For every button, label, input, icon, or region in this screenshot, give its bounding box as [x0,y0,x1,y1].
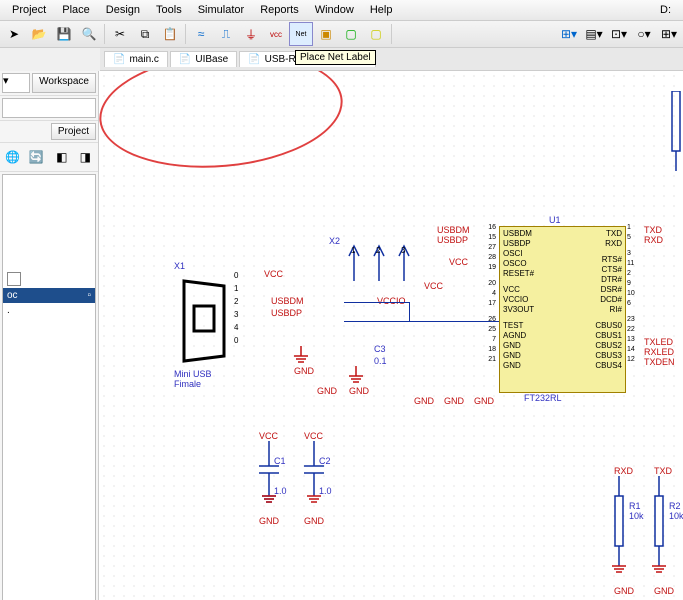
tool-arrow-icon[interactable]: ➤ [2,22,26,46]
ref-x2: X2 [329,236,340,246]
val-r2: 10k [669,511,683,521]
tool-bus-icon[interactable]: ⎍ [214,22,238,46]
toolbar: ➤ 📂 💾 🔍 ✂ ⧉ 📋 ≈ ⎍ ⏚ vcc Net ▣ ▢ ▢ ⊞▾ ▤▾ … [0,21,683,48]
cap-symbol [299,441,329,516]
val-r1: 10k [629,511,644,521]
tool-save-icon[interactable]: 💾 [52,22,76,46]
tool-misc2-icon[interactable]: ○▾ [632,22,656,46]
schematic-canvas[interactable]: X1 Mini USB Fimale 0 1 2 3 4 0 VCC USBDM… [99,71,683,600]
tool-sheet-icon[interactable]: ▢ [339,22,363,46]
gnd-x1: GND [294,366,314,376]
gnd-c2: GND [304,516,324,526]
title-path: D: [652,2,679,18]
project-button[interactable]: Project [51,123,96,140]
sch-file-icon: 📄 [179,54,191,65]
file-icon: ▫ [87,290,91,301]
panel-refresh-icon[interactable]: 🔄 [26,145,48,169]
gnd-symbol-icon [346,366,366,386]
net-vcc: VCC [264,269,283,279]
tool-open-icon[interactable]: 📂 [27,22,51,46]
ref-u1: U1 [549,215,561,225]
workspace-button[interactable]: Workspace [32,73,96,93]
document-tabs: 📄main.c 📄UIBase 📄USB-RS485v2.SchDoc Plac… [100,48,683,71]
menu-help[interactable]: Help [362,2,401,18]
usb-connector-symbol [174,271,234,371]
wire [409,302,410,321]
net-usbdm: USBDM [271,296,304,306]
tool-grid-icon[interactable]: ⊞▾ [557,22,581,46]
menu-tools[interactable]: Tools [148,2,190,18]
tool-align-icon[interactable]: ▤▾ [582,22,606,46]
tool-zoom-icon[interactable]: 🔍 [77,22,101,46]
net-usbdp: USBDP [271,308,302,318]
tool-copy-icon[interactable]: ⧉ [133,22,157,46]
tree-item-selected[interactable]: oc▫ [3,288,95,303]
panel-globe-icon[interactable]: 🌐 [2,145,24,169]
gnd-x2: GND [349,386,369,396]
tab-uibase[interactable]: 📄UIBase [170,51,237,67]
tree-item[interactable] [3,270,95,288]
tooltip-netlabel: Place Net Label [295,50,376,65]
gnd-c3: GND [317,386,337,396]
ic-ft232: USBDM USBDP OSCI OSCO RESET# VCC VCCIO 3… [499,226,626,393]
gnd-c1: GND [259,516,279,526]
menu-reports[interactable]: Reports [252,2,307,18]
ref-r2: R2 [669,501,681,511]
menubar: Project Place Design Tools Simulator Rep… [0,0,683,21]
tool-port-icon[interactable]: ▣ [314,22,338,46]
partial-resistor [669,91,683,171]
file-icon [7,272,21,286]
tool-paste-icon[interactable]: 📋 [158,22,182,46]
tool-vcc-icon[interactable]: vcc [264,22,288,46]
sch-file-icon: 📄 [248,54,260,65]
tab-main-c[interactable]: 📄main.c [104,51,168,67]
menu-simulator[interactable]: Simulator [190,2,252,18]
menu-place[interactable]: Place [54,2,98,18]
type-u1: FT232RL [524,393,562,403]
gnd-r2: GND [654,586,674,596]
project-dropdown[interactable] [2,98,96,118]
tool-misc3-icon[interactable]: ⊞▾ [657,22,681,46]
resistor-symbol [609,476,629,586]
workspace-dropdown[interactable]: ▾ [2,73,30,93]
desc-x1: Mini USB Fimale [174,369,234,389]
tool-wire-icon[interactable]: ≈ [189,22,213,46]
c-file-icon: 📄 [113,54,125,65]
tool-cut-icon[interactable]: ✂ [108,22,132,46]
menu-design[interactable]: Design [98,2,148,18]
gnd-r1: GND [614,586,634,596]
tool-misc1-icon[interactable]: ⊡▾ [607,22,631,46]
project-tree[interactable]: oc▫ . [2,174,96,600]
panel-collapse-icon[interactable]: ◧ [51,145,73,169]
net-vcc: VCC [424,281,443,291]
tool-netlabel-icon[interactable]: Net [289,22,313,46]
tool-part-icon[interactable]: ▢ [364,22,388,46]
net-vccio: VCCIO [377,296,406,306]
tool-gnd-icon[interactable]: ⏚ [239,22,263,46]
ref-r1: R1 [629,501,641,511]
projects-panel: ▾ Workspace Project 🌐 🔄 ◧ ◨ oc▫ . [0,71,99,600]
menu-window[interactable]: Window [307,2,362,18]
ref-x1: X1 [174,261,234,271]
val-c3: 0.1 [374,356,387,366]
wire [344,302,409,303]
ref-c3: C3 [374,344,386,354]
resistor-symbol [649,476,669,586]
menu-project[interactable]: Project [4,2,54,18]
tree-item[interactable]: . [3,303,95,318]
panel-expand-icon[interactable]: ◨ [75,145,97,169]
gnd-symbol-icon [291,346,311,366]
x2-symbol [344,241,424,291]
wire [344,321,499,322]
cap-symbol [254,441,284,516]
